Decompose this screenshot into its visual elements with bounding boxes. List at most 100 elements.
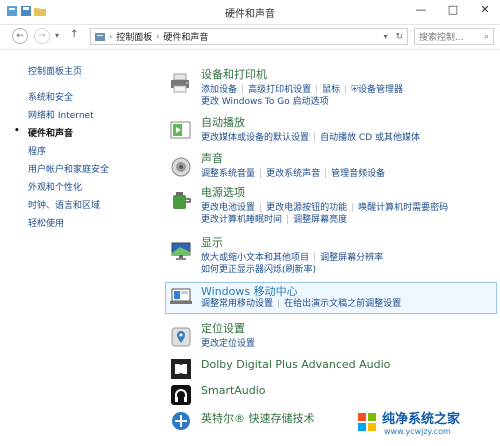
refresh-icon[interactable]: ↻	[395, 32, 403, 42]
link-add-device[interactable]: 添加设备	[201, 85, 237, 95]
divider: |	[241, 85, 245, 95]
sidebar-item-programs[interactable]: 程序	[14, 144, 154, 157]
divider: |	[313, 253, 317, 263]
autoplay-icon	[170, 121, 191, 139]
chevron-right-icon: ›	[109, 32, 113, 41]
sidebar: 控制面板主页 系统和安全 网络和 Internet • 硬件和声音 程序 用户帐…	[14, 64, 154, 234]
search-icon: ⌕	[483, 31, 489, 42]
sidebar-item-user-accounts[interactable]: 用户帐户和家庭安全	[14, 162, 154, 175]
divider: |	[344, 85, 348, 95]
sidebar-item-hardware-sound: • 硬件和声音	[14, 126, 154, 139]
breadcrumb-hardware-sound[interactable]: 硬件和声音	[163, 30, 208, 43]
recent-pages-dropdown[interactable]: ▾	[55, 31, 59, 40]
breadcrumb-control-panel[interactable]: 控制面板	[116, 30, 152, 43]
minimize-button[interactable]: —	[412, 3, 430, 16]
up-button[interactable]: ↑	[70, 29, 78, 40]
category-dolby: Dolby Digital Plus Advanced Audio	[166, 356, 494, 380]
sidebar-item-home[interactable]: 控制面板主页	[14, 64, 154, 77]
category-title[interactable]: 显示	[201, 234, 223, 250]
link-row: 更改定位设置	[201, 338, 493, 350]
watermark-url: www.ycwjzy.com	[384, 427, 451, 436]
category-title[interactable]: 设备和打印机	[201, 66, 267, 82]
shield-icon: ⛨	[351, 85, 358, 95]
link-device-manager[interactable]: 设备管理器	[358, 85, 403, 95]
link-refresh-rate[interactable]: 如何更正显示器闪烁(刷新率)	[201, 265, 316, 275]
category-title[interactable]: 声音	[201, 150, 223, 166]
category-links: 放大或缩小文本和其他项目 | 调整屏幕分辨率 如何更正显示器闪烁(刷新率)	[201, 252, 493, 276]
link-adjust-volume[interactable]: 调整系统音量	[201, 169, 255, 179]
sidebar-item-system-security[interactable]: 系统和安全	[14, 90, 154, 103]
title-bar: 硬件和声音 — □ ✕	[0, 0, 500, 25]
divider: |	[313, 133, 317, 143]
link-adjust-mobility-settings[interactable]: 调整常用移动设置	[201, 299, 273, 309]
link-change-default-media-settings[interactable]: 更改媒体或设备的默认设置	[201, 133, 309, 143]
link-windows-to-go[interactable]: 更改 Windows To Go 启动选项	[201, 97, 329, 107]
sidebar-item-clock-language[interactable]: 时钟、语言和区域	[14, 198, 154, 211]
location-icon	[171, 327, 191, 347]
watermark-title: 纯净系统之家	[382, 412, 461, 427]
link-autoplay-cd[interactable]: 自动播放 CD 或其他媒体	[320, 133, 420, 143]
link-row: 放大或缩小文本和其他项目 | 调整屏幕分辨率	[201, 252, 493, 264]
link-presentation-settings[interactable]: 在给出演示文稿之前调整设置	[284, 299, 401, 309]
windows-logo-icon	[358, 413, 376, 431]
sidebar-item-ease-of-access[interactable]: 轻松使用	[14, 216, 154, 229]
dolby-icon	[171, 359, 191, 379]
category-links: 调整系统音量 | 更改系统声音 | 管理音频设备	[201, 168, 493, 180]
link-row: 更改计算机睡眠时间 | 调整屏幕亮度	[201, 214, 493, 226]
sidebar-item-network-internet[interactable]: 网络和 Internet	[14, 108, 154, 121]
maximize-button[interactable]: □	[444, 3, 462, 16]
link-change-battery-settings[interactable]: 更改电池设置	[201, 203, 255, 213]
divider: |	[351, 203, 355, 213]
category-links: 更改电池设置 | 更改电源按钮的功能 | 唤醒计算机时需要密码 更改计算机睡眠时间 | 调整…	[201, 202, 493, 226]
category-title[interactable]: Windows 移动中心	[201, 283, 298, 299]
watermark: 纯净系统之家 www.ycwjzy.com	[356, 408, 460, 436]
category-links: 更改定位设置	[201, 338, 493, 350]
active-bullet-icon: •	[14, 126, 20, 136]
up-arrow-icon: ↑	[70, 29, 79, 40]
speaker-icon	[171, 157, 191, 177]
link-row: 更改媒体或设备的默认设置 | 自动播放 CD 或其他媒体	[201, 132, 493, 144]
link-row: 添加设备 | 高级打印机设置 | 鼠标 | ⛨设备管理器	[201, 84, 493, 96]
divider: |	[324, 169, 328, 179]
category-title[interactable]: 电源选项	[201, 184, 245, 200]
intel-rst-icon	[172, 412, 190, 430]
link-change-power-button[interactable]: 更改电源按钮的功能	[266, 203, 347, 213]
category-title[interactable]: Dolby Digital Plus Advanced Audio	[201, 358, 390, 371]
divider: |	[277, 299, 281, 309]
category-title[interactable]: 自动播放	[201, 114, 245, 130]
link-require-password-on-wake[interactable]: 唤醒计算机时需要密码	[358, 203, 448, 213]
category-title[interactable]: 英特尔® 快速存储技术	[201, 410, 315, 426]
divider: |	[259, 169, 263, 179]
category-power-options: 电源选项 更改电池设置 | 更改电源按钮的功能 | 唤醒计算机时需要密码 更改计算机睡眠…	[166, 184, 494, 240]
link-change-location-settings[interactable]: 更改定位设置	[201, 339, 255, 349]
link-manage-audio-devices[interactable]: 管理音频设备	[331, 169, 385, 179]
mobility-center-icon	[170, 288, 192, 304]
back-button[interactable]: ←	[12, 28, 28, 44]
forward-arrow-icon: →	[38, 31, 46, 41]
close-button[interactable]: ✕	[476, 3, 494, 16]
link-text-size[interactable]: 放大或缩小文本和其他项目	[201, 253, 309, 263]
search-box[interactable]: 搜索控制... ⌕	[414, 28, 494, 45]
watermark-text-block: 纯净系统之家 www.ycwjzy.com	[382, 408, 460, 436]
forward-button[interactable]: →	[34, 28, 50, 44]
sidebar-item-label: 硬件和声音	[28, 129, 74, 139]
link-mouse[interactable]: 鼠标	[322, 85, 340, 95]
category-title[interactable]: SmartAudio	[201, 384, 266, 397]
control-panel-small-icon	[95, 32, 105, 41]
search-input[interactable]: 搜索控制...	[419, 30, 464, 43]
category-links: 调整常用移动设置 | 在给出演示文稿之前调整设置	[201, 298, 493, 310]
sidebar-item-appearance[interactable]: 外观和个性化	[14, 180, 154, 193]
link-screen-resolution[interactable]: 调整屏幕分辨率	[320, 253, 383, 263]
link-change-sleep-time[interactable]: 更改计算机睡眠时间	[201, 215, 282, 225]
address-field[interactable]: › 控制面板 › 硬件和声音 ▾ ↻	[90, 28, 408, 45]
category-title[interactable]: 定位设置	[201, 320, 245, 336]
category-mobility-center[interactable]: Windows 移动中心 调整常用移动设置 | 在给出演示文稿之前调整设置	[165, 282, 497, 314]
link-row: 调整常用移动设置 | 在给出演示文稿之前调整设置	[201, 298, 493, 310]
link-row: 调整系统音量 | 更改系统声音 | 管理音频设备	[201, 168, 493, 180]
link-advanced-printer-setup[interactable]: 高级打印机设置	[248, 85, 311, 95]
link-change-system-sounds[interactable]: 更改系统声音	[266, 169, 320, 179]
window-controls: — □ ✕	[412, 3, 494, 16]
address-dropdown-icon[interactable]: ▾	[383, 32, 387, 41]
link-adjust-brightness[interactable]: 调整屏幕亮度	[293, 215, 347, 225]
